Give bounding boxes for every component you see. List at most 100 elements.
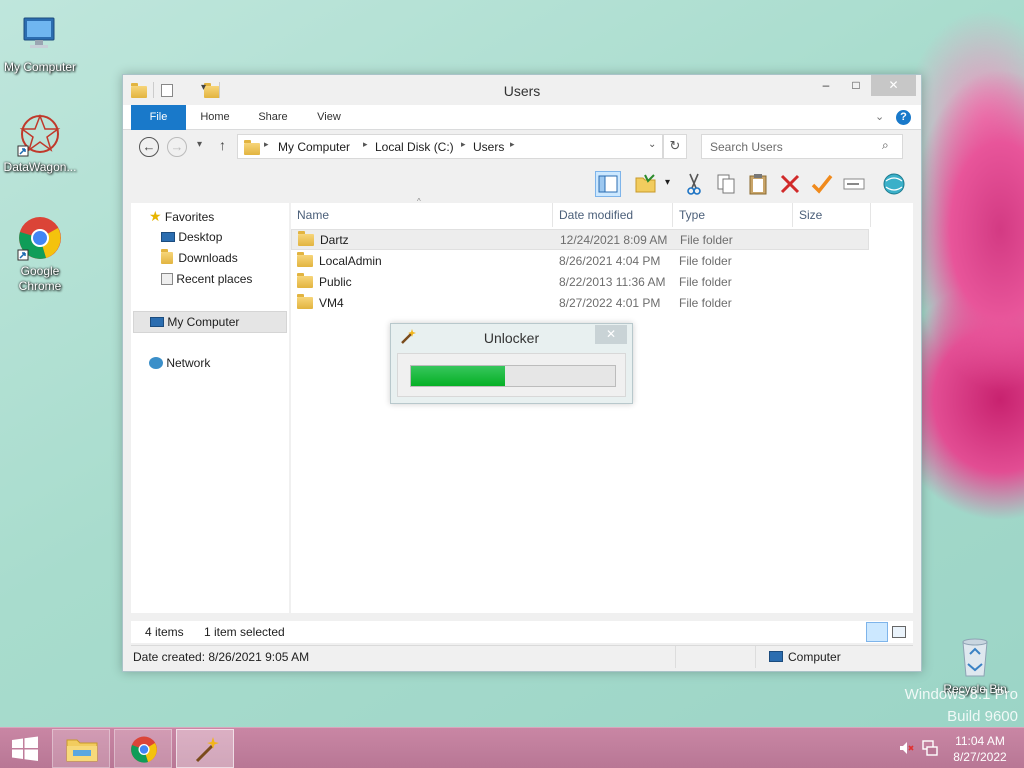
minimize-button[interactable]: –	[813, 75, 839, 96]
monitor-icon	[16, 10, 64, 58]
chevron-right-icon: ▸	[264, 139, 269, 149]
recycle-bin-icon	[951, 632, 999, 680]
up-button[interactable]: ↑	[219, 137, 226, 153]
table-row[interactable]: LocalAdmin 8/26/2021 4:04 PM File folder	[291, 251, 869, 272]
column-size[interactable]: Size	[793, 203, 871, 227]
close-button[interactable]: ✕	[871, 75, 916, 96]
selection-count: 1 item selected	[204, 625, 285, 639]
nav-desktop[interactable]: Desktop	[161, 227, 222, 247]
folder-icon	[298, 231, 314, 246]
recent-locations-icon[interactable]: ▾	[197, 139, 202, 150]
delete-icon[interactable]	[777, 171, 803, 197]
start-button[interactable]	[0, 729, 58, 768]
forward-button[interactable]: →	[167, 137, 187, 157]
chevron-right-icon: ▸	[461, 139, 466, 149]
tab-home[interactable]: Home	[193, 105, 237, 130]
date-cell: 8/22/2013 11:36 AM	[559, 275, 666, 289]
table-row[interactable]: Public 8/22/2013 11:36 AM File folder	[291, 272, 869, 293]
maximize-button[interactable]: □	[843, 75, 869, 96]
desktop-icon-datawagon[interactable]: DataWagon...	[0, 110, 80, 175]
network-icon[interactable]	[921, 739, 939, 760]
search-icon[interactable]: ⌕	[882, 138, 889, 153]
type-cell: File folder	[679, 296, 732, 310]
large-icons-view-button[interactable]	[892, 626, 906, 638]
downloads-icon	[161, 249, 173, 264]
name-cell: LocalAdmin	[297, 251, 382, 272]
navigation-pane: ★ Favorites Desktop Downloads Recent pla…	[131, 203, 289, 613]
date-cell: 12/24/2021 8:09 AM	[560, 233, 668, 247]
watermark-build: Build 9600	[947, 708, 1018, 725]
type-cell: File folder	[679, 254, 732, 268]
windows-watermark: Windows 8.1 Pro Build 9600	[905, 684, 1018, 728]
folder-icon	[297, 252, 313, 267]
tab-share[interactable]: Share	[251, 105, 295, 130]
table-row[interactable]: Dartz 12/24/2021 8:09 AM File folder	[291, 229, 869, 250]
dropdown-icon[interactable]: ▾	[665, 177, 670, 188]
folder-icon	[244, 140, 260, 155]
preview-pane-button[interactable]	[595, 171, 621, 197]
nav-label: Desktop	[178, 230, 223, 244]
nav-network[interactable]: Network	[149, 353, 210, 373]
copy-icon[interactable]	[713, 171, 739, 197]
name-cell: VM4	[297, 293, 344, 314]
taskbar-unlocker[interactable]	[176, 729, 234, 768]
clock[interactable]: 11:04 AM 8/27/2022	[945, 733, 1015, 765]
name-cell: Public	[297, 272, 352, 293]
column-type[interactable]: Type	[673, 203, 793, 227]
desktop-icon-label: DataWagon...	[3, 160, 77, 174]
search-input[interactable]: Search Users	[710, 140, 783, 154]
breadcrumb-item[interactable]: My Computer	[278, 140, 350, 154]
type-cell: File folder	[680, 233, 733, 247]
details-view-button[interactable]	[866, 622, 888, 642]
network-globe-icon[interactable]	[881, 171, 907, 197]
title-bar[interactable]: ▾ Users – □ ✕	[123, 75, 921, 105]
chevron-right-icon: ▸	[363, 139, 368, 149]
nav-favorites[interactable]: ★ Favorites	[149, 206, 214, 226]
nav-label: My Computer	[167, 315, 240, 329]
type-cell: File folder	[679, 275, 732, 289]
file-list: ^ Name Date modified Type Size Dartz 12/…	[291, 197, 913, 613]
paste-icon[interactable]	[745, 171, 771, 197]
desktop-icon-label: My Computer	[3, 60, 77, 74]
folder-options-icon[interactable]	[633, 171, 659, 197]
separator	[675, 646, 676, 668]
breadcrumb-item[interactable]: Local Disk (C:)	[375, 140, 454, 154]
window-title: Users	[503, 83, 541, 99]
checkmark-icon[interactable]	[809, 171, 835, 197]
desktop-icon-chrome[interactable]: Google Chrome	[0, 214, 80, 294]
nav-downloads[interactable]: Downloads	[161, 248, 238, 268]
taskbar-file-explorer[interactable]	[52, 729, 110, 768]
desktop-icon-my-computer[interactable]: My Computer	[0, 10, 80, 75]
column-name[interactable]: Name	[291, 203, 553, 227]
column-date-modified[interactable]: Date modified	[553, 203, 673, 227]
tab-file[interactable]: File	[131, 105, 186, 130]
volume-muted-icon[interactable]	[898, 740, 914, 759]
nav-label: Downloads	[178, 251, 238, 265]
nav-my-computer[interactable]: My Computer	[133, 311, 287, 333]
table-row[interactable]: VM4 8/27/2022 4:01 PM File folder	[291, 293, 869, 314]
dialog-close-button[interactable]: ✕	[595, 325, 627, 344]
back-button[interactable]: ←	[139, 137, 159, 157]
star-icon: ★	[149, 208, 162, 224]
nav-recent-places[interactable]: Recent places	[161, 269, 252, 289]
desktop-icon-label: Google Chrome	[18, 264, 62, 293]
expand-ribbon-icon[interactable]: ⌄	[875, 110, 884, 123]
search-box[interactable]: Search Users ⌕	[701, 134, 903, 159]
refresh-button[interactable]: ↻	[663, 134, 687, 159]
taskbar-chrome[interactable]	[114, 729, 172, 768]
separator	[755, 646, 756, 668]
nav-label: Favorites	[164, 210, 215, 224]
rename-icon[interactable]	[841, 171, 867, 197]
cut-icon[interactable]	[681, 171, 707, 197]
breadcrumb-item[interactable]: Users	[473, 140, 504, 154]
date-cell: 8/26/2021 4:04 PM	[559, 254, 661, 268]
nav-label: Network	[166, 356, 211, 370]
date-cell: 8/27/2022 4:01 PM	[559, 296, 661, 310]
tab-view[interactable]: View	[307, 105, 351, 130]
address-dropdown-icon[interactable]: ⌄	[648, 139, 656, 150]
item-status-bar: 4 items 1 item selected	[131, 621, 913, 643]
network-icon	[149, 357, 163, 369]
address-bar[interactable]: ▸ My Computer ▸ Local Disk (C:) ▸ Users …	[237, 134, 663, 159]
folder-icon	[297, 273, 313, 288]
help-icon[interactable]: ?	[896, 110, 911, 125]
